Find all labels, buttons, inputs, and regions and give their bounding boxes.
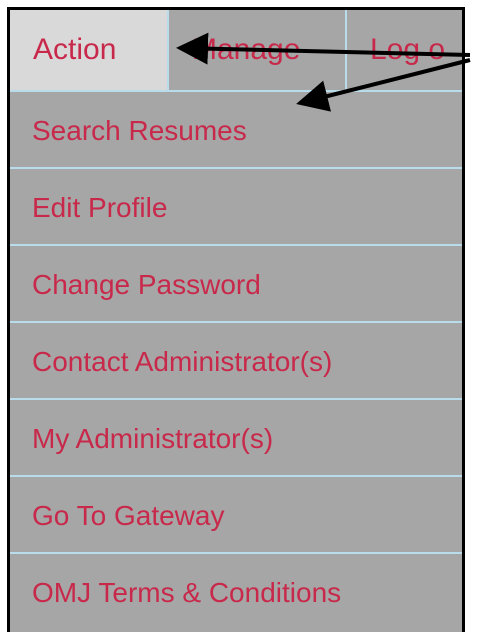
menu-item-my-administrators[interactable]: My Administrator(s) (10, 398, 462, 475)
menu-item-contact-administrators[interactable]: Contact Administrator(s) (10, 321, 462, 398)
tab-action[interactable]: Action (10, 10, 167, 90)
tab-log-out[interactable]: Log o (345, 10, 462, 90)
menu-tabs: Action Manage Log o (10, 10, 462, 90)
menu-item-change-password[interactable]: Change Password (10, 244, 462, 321)
menu-item-omj-terms-conditions[interactable]: OMJ Terms & Conditions (10, 552, 462, 629)
menu-item-edit-profile[interactable]: Edit Profile (10, 167, 462, 244)
tab-manage[interactable]: Manage (167, 10, 345, 90)
action-dropdown-menu: Search Resumes Edit Profile Change Passw… (10, 90, 462, 629)
menu-panel: Action Manage Log o Search Resumes Edit … (7, 7, 465, 632)
menu-item-search-resumes[interactable]: Search Resumes (10, 90, 462, 167)
menu-item-go-to-gateway[interactable]: Go To Gateway (10, 475, 462, 552)
